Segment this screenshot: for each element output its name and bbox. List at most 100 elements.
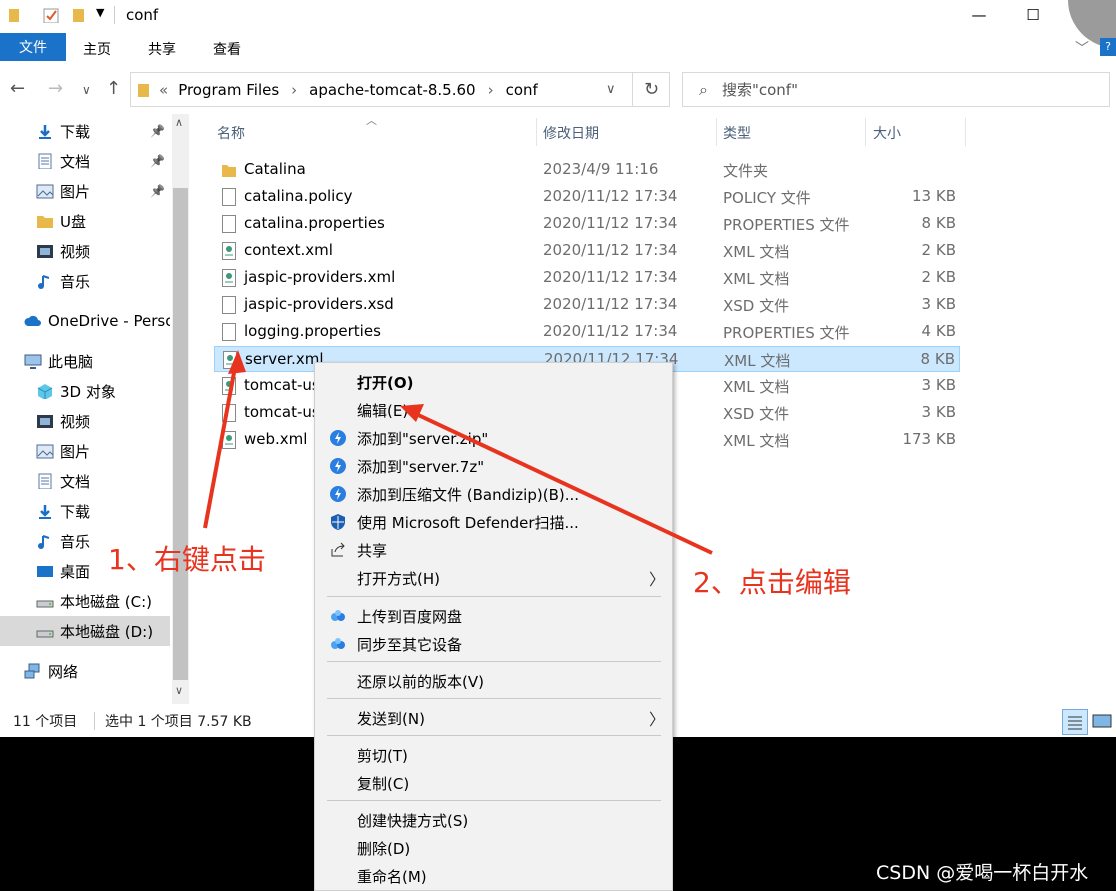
context-menu-item[interactable]: 添加到压缩文件 (Bandizip)(B)...: [315, 480, 672, 508]
sidebar-item[interactable]: 本地磁盘 (D:): [0, 616, 170, 646]
sidebar-item[interactable]: 视频: [0, 406, 170, 436]
pin-icon[interactable]: 📌: [150, 184, 165, 198]
quick-access-dropdown-icon[interactable]: ▼: [96, 6, 104, 19]
properties-check-icon[interactable]: [42, 7, 62, 23]
address-dropdown-icon[interactable]: ∨: [606, 82, 616, 97]
sidebar-item-label: 此电脑: [48, 352, 94, 371]
file-row[interactable]: logging.properties 2020/11/12 17:34 PROPER…: [214, 319, 960, 345]
context-menu-item[interactable]: 共享: [315, 536, 672, 564]
context-menu-item[interactable]: 打开方式(H) 〉: [315, 564, 672, 592]
column-header-type[interactable]: 类型: [723, 118, 751, 148]
file-date: 2020/11/12 17:34: [543, 295, 678, 313]
context-menu-item[interactable]: 添加到"server.7z": [315, 452, 672, 480]
pin-icon[interactable]: 📌: [150, 154, 165, 168]
context-menu-item[interactable]: 同步至其它设备: [315, 630, 672, 658]
file-row[interactable]: context.xml 2020/11/12 17:34 XML 文档 2 KB: [214, 238, 960, 264]
search-input[interactable]: ⌕ 搜索"conf": [682, 72, 1110, 107]
file-date: 2020/11/12 17:34: [543, 187, 678, 205]
breadcrumb-conf[interactable]: conf: [506, 81, 538, 99]
tab-view[interactable]: 查看: [213, 39, 241, 59]
sidebar-item[interactable]: 音乐: [0, 266, 170, 296]
sidebar-item-label: 音乐: [60, 532, 91, 551]
file-row[interactable]: jaspic-providers.xml 2020/11/12 17:34 XML …: [214, 265, 960, 291]
recent-dropdown-icon[interactable]: ∨: [82, 83, 91, 97]
menu-separator: [327, 596, 661, 597]
file-row[interactable]: Catalina 2023/4/9 11:16 文件夹: [214, 157, 960, 183]
sidebar-item[interactable]: 本地磁盘 (C:): [0, 586, 170, 616]
sidebar-item[interactable]: 图片: [0, 176, 170, 206]
context-menu-item[interactable]: 编辑(E): [315, 396, 672, 424]
menu-item-label: 复制(C): [357, 774, 410, 793]
context-menu-item[interactable]: 剪切(T): [315, 741, 672, 769]
breadcrumb-tomcat[interactable]: apache-tomcat-8.5.60: [309, 81, 475, 99]
context-menu-item[interactable]: 删除(D): [315, 834, 672, 862]
menu-item-label: 发送到(N): [357, 709, 425, 728]
xml-file-icon: [222, 431, 236, 449]
column-header-date[interactable]: 修改日期: [543, 118, 599, 148]
sidebar-item[interactable]: OneDrive - Perso: [0, 306, 170, 336]
column-divider[interactable]: [536, 118, 537, 146]
up-arrow-icon[interactable]: ↑: [106, 78, 121, 99]
context-menu-item[interactable]: 还原以前的版本(V): [315, 667, 672, 695]
back-arrow-icon[interactable]: ←: [10, 78, 25, 99]
menu-item-label: 剪切(T): [357, 746, 408, 765]
file-size: 8 KB: [920, 350, 955, 368]
context-menu-item[interactable]: 添加到"server.zip": [315, 424, 672, 452]
xml-file-icon: [222, 269, 236, 287]
minimize-button[interactable]: —: [956, 0, 1002, 30]
title-divider: [114, 6, 115, 24]
column-divider[interactable]: [865, 118, 866, 146]
refresh-button[interactable]: ↻: [632, 72, 670, 107]
picture-icon: [36, 444, 54, 459]
help-icon[interactable]: ?: [1100, 38, 1116, 56]
column-divider[interactable]: [716, 118, 717, 146]
tab-file[interactable]: 文件: [0, 33, 66, 61]
new-folder-icon[interactable]: [72, 7, 86, 23]
sidebar-scroll-thumb[interactable]: [173, 188, 188, 680]
context-menu-item[interactable]: 重命名(M): [315, 862, 672, 890]
ribbon-expand-icon[interactable]: ﹀: [1075, 38, 1089, 58]
sidebar-item-label: 文档: [60, 472, 91, 491]
file-row[interactable]: catalina.properties 2020/11/12 17:34 PROPE…: [214, 211, 960, 237]
tab-home[interactable]: 主页: [83, 39, 111, 59]
breadcrumb-chevron-icon[interactable]: ›: [488, 81, 494, 99]
file-row[interactable]: jaspic-providers.xsd 2020/11/12 17:34 XSD …: [214, 292, 960, 318]
address-bar[interactable]: « Program Files › apache-tomcat-8.5.60 ›…: [130, 72, 670, 107]
sidebar-item[interactable]: 下载: [0, 116, 170, 146]
details-view-button[interactable]: [1062, 709, 1088, 735]
forward-arrow-icon[interactable]: →: [48, 78, 63, 99]
context-menu-item[interactable]: 打开(O): [315, 368, 672, 396]
sidebar-item[interactable]: U盘: [0, 206, 170, 236]
file-row[interactable]: catalina.policy 2020/11/12 17:34 POLICY 文件…: [214, 184, 960, 210]
context-menu-item[interactable]: 复制(C): [315, 769, 672, 797]
breadcrumb-program-files[interactable]: Program Files: [178, 81, 279, 99]
sidebar-item[interactable]: 视频: [0, 236, 170, 266]
sidebar-item[interactable]: 3D 对象: [0, 376, 170, 406]
column-divider[interactable]: [965, 118, 966, 146]
sidebar-item[interactable]: 网络: [0, 656, 170, 686]
sidebar-item[interactable]: 文档: [0, 146, 170, 176]
context-menu-item[interactable]: 创建快捷方式(S): [315, 806, 672, 834]
status-divider: [94, 712, 95, 730]
context-menu-item[interactable]: 使用 Microsoft Defender扫描...: [315, 508, 672, 536]
file-icon: [222, 215, 236, 233]
maximize-button[interactable]: ☐: [1010, 0, 1056, 30]
scroll-down-icon[interactable]: ∨: [175, 684, 183, 697]
sidebar-item-label: 本地磁盘 (D:): [60, 622, 154, 641]
pin-icon[interactable]: 📌: [150, 124, 165, 138]
breadcrumb-overflow[interactable]: «: [159, 81, 168, 99]
sidebar-item[interactable]: 下载: [0, 496, 170, 526]
context-menu-item[interactable]: 发送到(N) 〉: [315, 704, 672, 732]
sidebar-item[interactable]: 文档: [0, 466, 170, 496]
sidebar-item[interactable]: 此电脑: [0, 346, 170, 376]
large-icons-view-button[interactable]: [1090, 709, 1116, 735]
tab-share[interactable]: 共享: [148, 39, 176, 59]
scroll-up-icon[interactable]: ∧: [175, 116, 183, 129]
breadcrumb-chevron-icon[interactable]: ›: [291, 81, 297, 99]
context-menu-item[interactable]: 上传到百度网盘: [315, 602, 672, 630]
file-name: tomcat-us: [244, 376, 320, 394]
column-header-size[interactable]: 大小: [873, 118, 901, 148]
picture-icon: [36, 184, 54, 199]
column-header-name[interactable]: 名称: [217, 118, 245, 148]
sidebar-item[interactable]: 图片: [0, 436, 170, 466]
